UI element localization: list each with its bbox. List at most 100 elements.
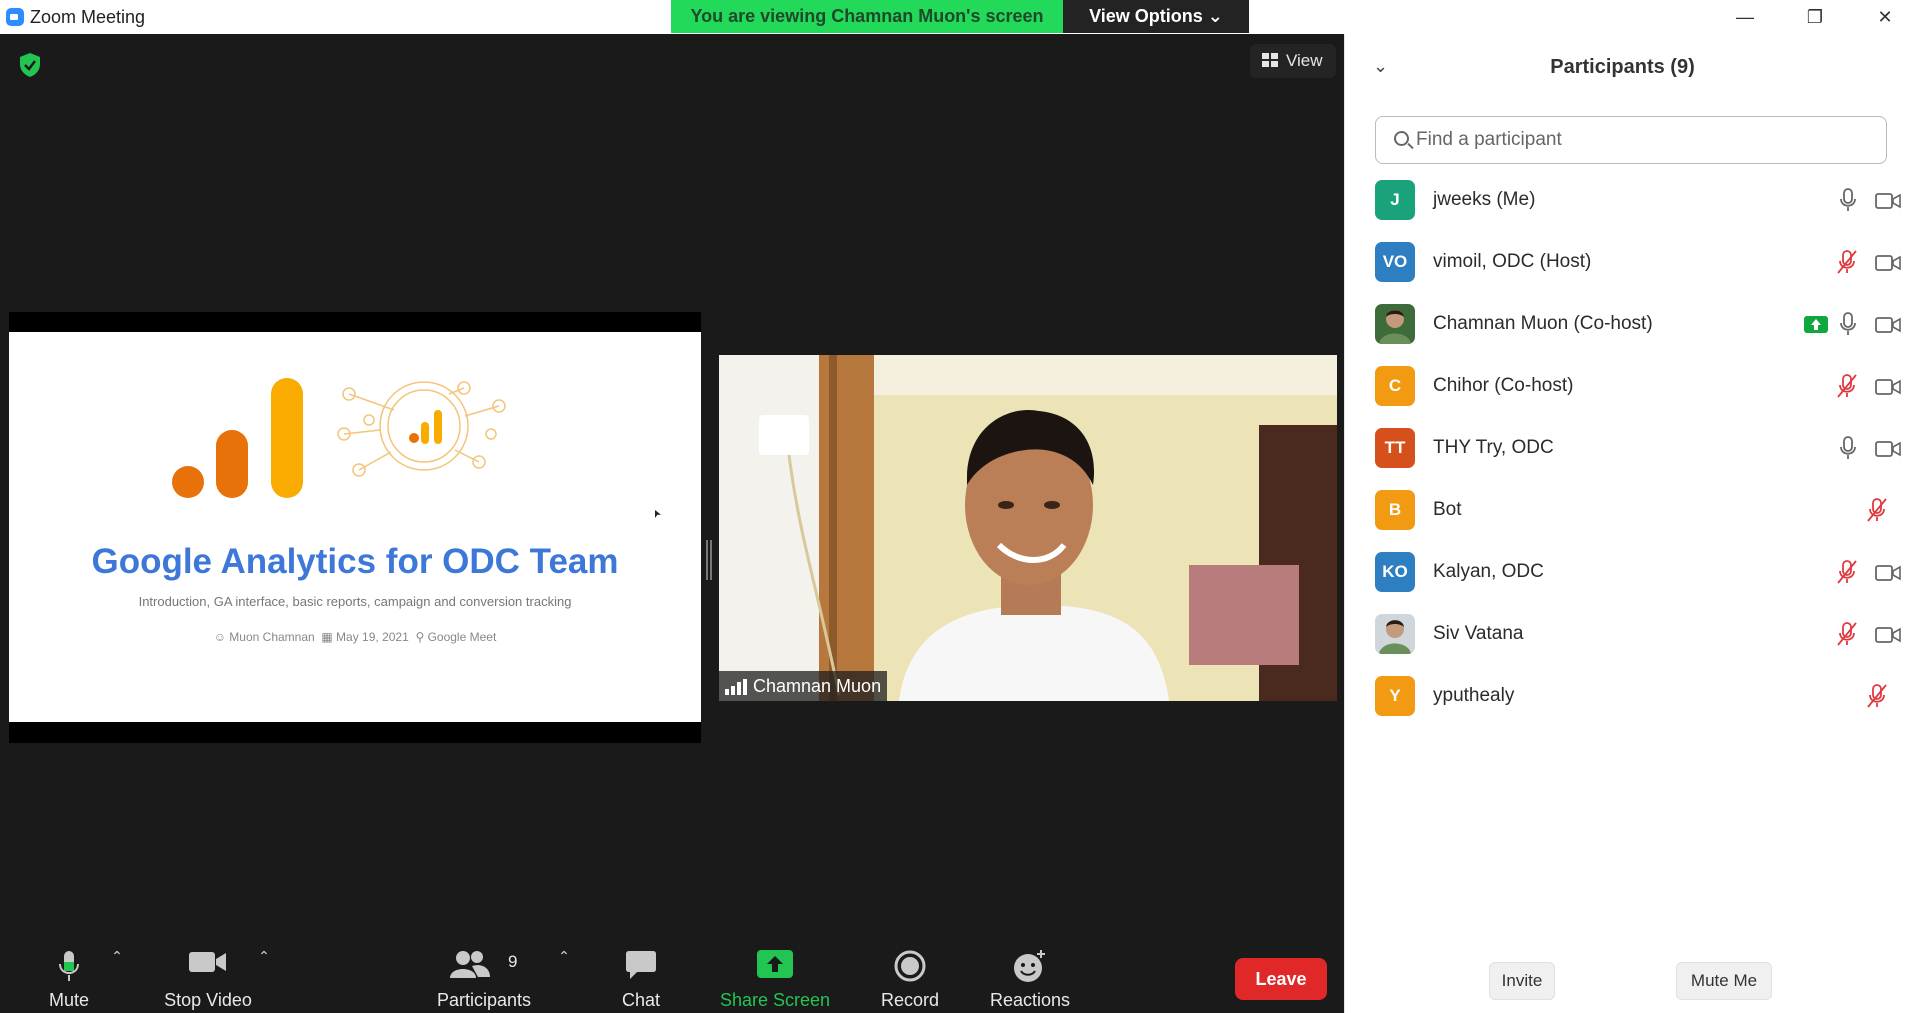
participant-name: Kalyan, ODC bbox=[1433, 561, 1544, 582]
participant-row[interactable]: Yyputhealy bbox=[1375, 670, 1900, 732]
participant-row[interactable]: Chamnan Muon (Co-host) bbox=[1375, 298, 1901, 360]
audio-options-caret-icon[interactable]: ⌃ bbox=[107, 948, 127, 968]
participant-row[interactable]: Siv Vatana bbox=[1375, 608, 1901, 670]
participant-row[interactable]: VO vimoil, ODC (Host) bbox=[1375, 236, 1901, 298]
participant-row[interactable]: Jjweeks (Me) bbox=[1375, 174, 1901, 236]
meeting-stage: View Google Analytics for ODC Team Intro… bbox=[0, 34, 1344, 1013]
participants-label: Participants bbox=[436, 990, 532, 1010]
participant-row[interactable]: TT THY Try, ODC bbox=[1375, 422, 1901, 484]
share-screen-button[interactable]: Share Screen bbox=[718, 930, 832, 1013]
camera-off-icon[interactable] bbox=[1875, 316, 1901, 334]
stop-video-button[interactable]: Stop Video bbox=[158, 930, 258, 1013]
chat-label: Chat bbox=[621, 990, 661, 1010]
calendar-icon: ▦ bbox=[321, 630, 333, 644]
zoom-app-icon bbox=[6, 8, 24, 26]
participant-name: Chamnan Muon (Co-host) bbox=[1433, 313, 1653, 334]
record-button[interactable]: Record bbox=[870, 930, 950, 1013]
microphone-icon bbox=[59, 951, 79, 981]
participant-search-input[interactable] bbox=[1416, 125, 1876, 155]
camera-off-icon[interactable] bbox=[1875, 192, 1901, 210]
participants-panel: ⌄ Participants (9) Jjweeks (Me)VOvimoil,… bbox=[1344, 34, 1913, 1013]
stop-video-label: Stop Video bbox=[164, 990, 252, 1010]
slide-subtitle: Introduction, GA interface, basic report… bbox=[138, 594, 572, 609]
muted-microphone-icon[interactable] bbox=[1835, 622, 1859, 646]
presentation-slide: Google Analytics for ODC Team Introducti… bbox=[9, 332, 701, 722]
muted-microphone-icon[interactable] bbox=[1835, 374, 1859, 398]
video-participant-name: Chamnan Muon bbox=[753, 676, 882, 696]
shared-screen-tile[interactable]: Google Analytics for ODC Team Introducti… bbox=[9, 312, 701, 743]
chat-bubble-icon bbox=[626, 951, 656, 979]
muted-microphone-icon[interactable] bbox=[1835, 560, 1859, 584]
muted-microphone-icon[interactable] bbox=[1865, 684, 1889, 708]
slide-author: Muon Chamnan bbox=[229, 630, 315, 644]
avatar: TT bbox=[1375, 428, 1415, 468]
camera-off-icon[interactable] bbox=[1875, 254, 1901, 272]
participant-row[interactable]: KO Kalyan, ODC bbox=[1375, 546, 1901, 608]
avatar: VO bbox=[1375, 242, 1415, 282]
share-screen-icon bbox=[757, 950, 793, 978]
participants-button[interactable]: 9 Participants bbox=[430, 930, 538, 1013]
chat-button[interactable]: Chat bbox=[612, 930, 670, 1013]
reactions-button[interactable]: Reactions bbox=[985, 930, 1075, 1013]
avatar: Y bbox=[1375, 676, 1415, 716]
mute-me-button[interactable]: Mute Me bbox=[1676, 962, 1772, 1000]
microphone-icon[interactable] bbox=[1839, 436, 1857, 460]
muted-microphone-icon[interactable] bbox=[1835, 250, 1859, 274]
window-title: Zoom Meeting bbox=[30, 7, 146, 27]
participants-panel-title: Participants (9) bbox=[1550, 56, 1695, 78]
participant-row[interactable]: B Bot bbox=[1375, 484, 1900, 546]
split-divider-handle[interactable] bbox=[706, 540, 712, 580]
record-icon bbox=[894, 950, 926, 982]
participant-video-tile[interactable]: Chamnan Muon bbox=[719, 355, 1337, 701]
slide-meta: ☺ Muon Chamnan ▦ May 19, 2021 ⚲ Google M… bbox=[9, 630, 701, 644]
view-options-button[interactable]: View Options ⌄ bbox=[1063, 0, 1249, 33]
avatar: J bbox=[1375, 180, 1415, 220]
participant-name: vimoil, ODC (Host) bbox=[1433, 251, 1592, 272]
share-screen-label: Share Screen bbox=[719, 990, 831, 1010]
microphone-icon[interactable] bbox=[1839, 188, 1857, 212]
camera-off-icon[interactable] bbox=[1875, 378, 1901, 396]
viewing-screen-banner: You are viewing Chamnan Muon's screen bbox=[671, 0, 1063, 33]
mute-button[interactable]: Mute bbox=[36, 930, 102, 1013]
avatar bbox=[1375, 304, 1415, 344]
meeting-toolbar: Mute ⌃ Stop Video ⌃ 9 Participants ⌃ Cha… bbox=[0, 930, 1344, 1013]
muted-microphone-icon[interactable] bbox=[1865, 498, 1889, 522]
microphone-icon[interactable] bbox=[1839, 312, 1857, 336]
screen-sharing-indicator-icon bbox=[1804, 316, 1828, 333]
participant-name: Siv Vatana bbox=[1433, 623, 1524, 644]
slide-title: Google Analytics for ODC Team bbox=[91, 542, 619, 581]
participant-name: Bot bbox=[1433, 499, 1462, 520]
reactions-smiley-icon bbox=[1014, 950, 1045, 982]
video-options-caret-icon[interactable]: ⌃ bbox=[254, 948, 274, 968]
leave-meeting-button[interactable]: Leave bbox=[1235, 958, 1327, 1000]
participant-name-tag: Chamnan Muon bbox=[719, 671, 888, 701]
avatar: C bbox=[1375, 366, 1415, 406]
camera-off-icon[interactable] bbox=[1875, 440, 1901, 458]
view-label: View bbox=[1286, 51, 1323, 70]
view-layout-button[interactable]: View bbox=[1250, 44, 1336, 78]
participant-name: jweeks (Me) bbox=[1433, 189, 1536, 210]
maximize-button[interactable]: ❐ bbox=[1790, 2, 1840, 32]
signal-strength-icon bbox=[725, 679, 747, 695]
close-button[interactable]: ✕ bbox=[1860, 2, 1910, 32]
participant-list: Jjweeks (Me) VO vimoil, ODC (Host) Chamnan … bbox=[1375, 174, 1901, 732]
participants-options-caret-icon[interactable]: ⌃ bbox=[554, 948, 574, 968]
video-feed-image bbox=[719, 355, 1337, 701]
reactions-label: Reactions bbox=[989, 990, 1071, 1010]
encryption-shield-icon[interactable] bbox=[18, 52, 42, 78]
avatar: B bbox=[1375, 490, 1415, 530]
slide-location: Google Meet bbox=[427, 630, 497, 644]
participant-search[interactable] bbox=[1375, 116, 1887, 164]
participants-icon bbox=[450, 951, 490, 978]
slide-date: May 19, 2021 bbox=[336, 630, 409, 644]
camera-off-icon[interactable] bbox=[1875, 626, 1901, 644]
record-label: Record bbox=[880, 990, 940, 1010]
video-camera-icon bbox=[189, 952, 226, 972]
camera-off-icon[interactable] bbox=[1875, 564, 1901, 582]
invite-button[interactable]: Invite bbox=[1489, 962, 1555, 1000]
participant-row[interactable]: C Chihor (Co-host) bbox=[1375, 360, 1901, 422]
search-icon bbox=[1394, 131, 1409, 146]
minimize-button[interactable]: — bbox=[1720, 2, 1770, 32]
grid-view-icon bbox=[1262, 53, 1278, 67]
participant-name: THY Try, ODC bbox=[1433, 437, 1554, 458]
